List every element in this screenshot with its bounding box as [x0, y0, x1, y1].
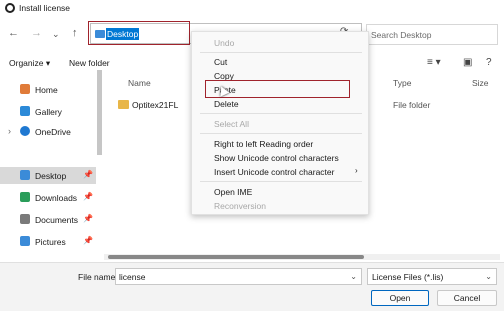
downloads-icon	[20, 192, 30, 202]
scrollbar-thumb[interactable]	[108, 255, 364, 259]
address-highlight-box	[88, 21, 190, 45]
menu-item-label: Insert Unicode control character	[214, 167, 335, 177]
sidebar-item-label: Documents	[35, 215, 78, 225]
file-name-value: license	[119, 272, 146, 282]
gallery-icon	[20, 106, 30, 116]
recent-locations-chevron-icon[interactable]: ⌄	[52, 28, 60, 40]
file-name-label: File name:	[78, 272, 118, 282]
menu-item-rtl-reading[interactable]: Right to left Reading order	[192, 137, 368, 150]
file-name-input[interactable]: license ⌄	[115, 268, 362, 285]
file-name: Optitex21FL	[132, 100, 179, 110]
documents-icon	[20, 214, 30, 224]
back-arrow-icon[interactable]: ←	[8, 27, 19, 39]
desktop-icon	[20, 170, 30, 180]
forward-arrow-icon[interactable]: →	[31, 27, 42, 39]
file-type-value: License Files (*.lis)	[372, 272, 444, 282]
file-type-select[interactable]: License Files (*.lis) ⌄	[367, 268, 497, 285]
organize-label: Organize	[9, 58, 44, 68]
menu-item-label: Right to left Reading order	[214, 139, 314, 149]
menu-item-select-all[interactable]: Select All	[192, 117, 368, 130]
view-options-icon[interactable]: ≡ ▾	[427, 57, 441, 68]
organize-button[interactable]: Organize ▾	[9, 58, 50, 69]
sidebar-scrollbar[interactable]	[97, 70, 102, 155]
menu-item-delete[interactable]: Delete	[192, 97, 368, 110]
menu-item-label: Cut	[214, 57, 228, 67]
column-header-name[interactable]: Name	[128, 78, 151, 88]
menu-item-label: Undo	[214, 38, 235, 48]
sidebar-item-pictures[interactable]: Pictures 📌	[0, 233, 96, 250]
dialog-footer: File name: license ⌄ License Files (*.li…	[0, 262, 504, 311]
menu-item-label: Delete	[214, 99, 239, 109]
sidebar-item-label: Gallery	[35, 107, 62, 117]
expand-chevron-icon[interactable]: ›	[8, 126, 11, 136]
onedrive-icon	[20, 126, 30, 136]
menu-separator	[200, 133, 362, 134]
pin-icon[interactable]: 📌	[83, 236, 93, 245]
menu-separator	[200, 113, 362, 114]
sidebar-item-home[interactable]: Home	[0, 81, 96, 98]
title-bar: Install license	[0, 0, 504, 17]
sidebar-item-label: OneDrive	[35, 127, 71, 137]
sidebar-item-documents[interactable]: Documents 📌	[0, 211, 96, 228]
menu-item-label: Select All	[214, 119, 249, 129]
sidebar-item-onedrive[interactable]: › OneDrive	[0, 123, 96, 140]
sidebar-item-label: Home	[35, 85, 58, 95]
cancel-button[interactable]: Cancel	[437, 290, 497, 306]
menu-item-cut[interactable]: Cut	[192, 55, 368, 68]
new-folder-button[interactable]: New folder	[69, 58, 110, 68]
submenu-arrow-icon: ›	[355, 166, 358, 175]
pictures-icon	[20, 236, 30, 246]
column-header-size[interactable]: Size	[472, 78, 489, 88]
menu-item-show-unicode[interactable]: Show Unicode control characters	[192, 151, 368, 164]
sidebar-item-label: Desktop	[35, 171, 67, 181]
menu-item-undo[interactable]: Undo	[192, 36, 368, 49]
sidebar-item-gallery[interactable]: Gallery	[0, 103, 96, 120]
app-icon	[5, 3, 15, 13]
sidebar-item-label: Downloads	[35, 193, 78, 203]
menu-item-label: Open IME	[214, 187, 253, 197]
pin-icon[interactable]: 📌	[83, 214, 93, 223]
folder-icon	[118, 100, 129, 109]
menu-separator	[200, 52, 362, 53]
menu-item-label: Reconversion	[214, 201, 266, 211]
help-icon[interactable]: ?	[486, 57, 492, 68]
sidebar-item-downloads[interactable]: Downloads 📌	[0, 189, 96, 206]
search-input[interactable]: Search Desktop	[366, 24, 498, 45]
pin-icon[interactable]: 📌	[83, 192, 93, 201]
file-type: File folder	[393, 100, 431, 110]
menu-item-insert-unicode[interactable]: Insert Unicode control character ›	[192, 165, 368, 178]
sidebar-item-desktop[interactable]: Desktop 📌	[0, 167, 96, 184]
chevron-down-icon[interactable]: ⌄	[485, 272, 492, 281]
menu-separator	[200, 181, 362, 182]
column-header-type[interactable]: Type	[393, 78, 411, 88]
menu-item-reconversion[interactable]: Reconversion	[192, 199, 368, 212]
horizontal-scrollbar[interactable]	[104, 254, 500, 260]
preview-pane-icon[interactable]: ▣	[463, 57, 472, 68]
pin-icon[interactable]: 📌	[83, 170, 93, 179]
menu-item-open-ime[interactable]: Open IME	[192, 185, 368, 198]
menu-item-label: Show Unicode control characters	[214, 153, 339, 163]
open-button[interactable]: Open	[371, 290, 429, 306]
up-arrow-icon[interactable]: ↑	[72, 27, 78, 39]
navigation-pane: Home Gallery › OneDrive Desktop 📌 Downlo…	[0, 76, 98, 254]
sidebar-item-label: Pictures	[35, 237, 66, 247]
window-title: Install license	[19, 3, 71, 13]
home-icon	[20, 84, 30, 94]
context-menu: Undo Cut Copy Paste Delete Select All Ri…	[191, 31, 369, 215]
chevron-down-icon[interactable]: ⌄	[350, 272, 357, 281]
search-placeholder: Search Desktop	[371, 30, 432, 40]
